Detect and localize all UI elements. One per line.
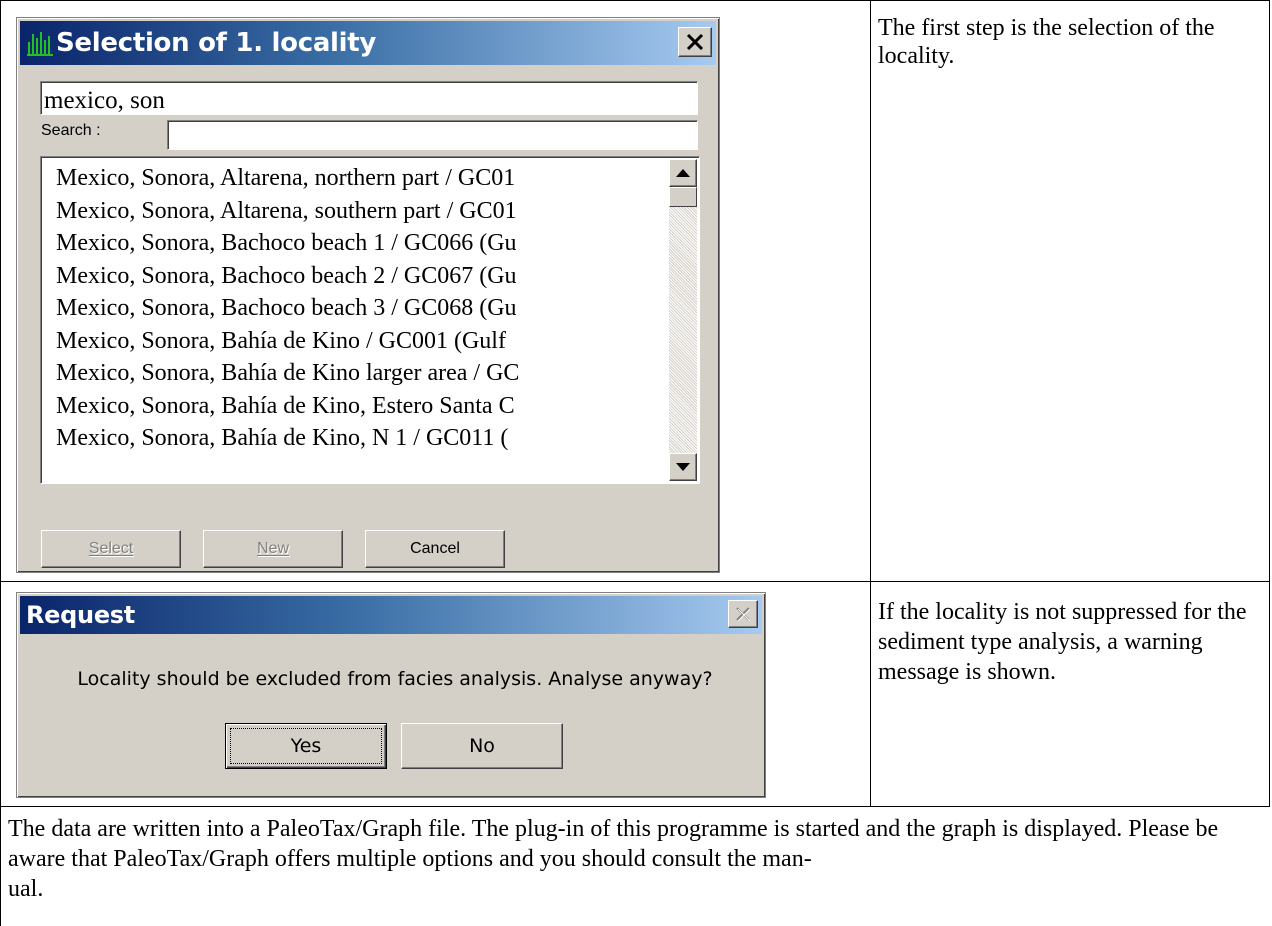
locality-list[interactable]: Mexico, Sonora, Altarena, northern part … — [40, 156, 700, 484]
locality-selection-dialog: Selection of 1. locality mexico, son Sea… — [16, 17, 720, 573]
scroll-up-button[interactable] — [669, 159, 697, 187]
list-item[interactable]: Mexico, Sonora, Bachoco beach 2 / GC067 … — [56, 260, 669, 293]
list-item[interactable]: Mexico, Sonora, Bachoco beach 1 / GC066 … — [56, 227, 669, 260]
table-left-border — [0, 0, 1, 926]
caption-step-1: The first step is the selection of the l… — [878, 15, 1215, 69]
list-item[interactable]: Mexico, Sonora, Bachoco beach 3 / GC068 … — [56, 292, 669, 325]
caption-step-3: The data are written into a PaleoTax/Gra… — [8, 816, 1219, 902]
search-input[interactable] — [167, 120, 698, 150]
request-dialog: Request Locality should be excluded from… — [16, 592, 766, 798]
no-button-label: No — [469, 735, 495, 757]
paleotax-icon — [27, 32, 53, 56]
select-button-label: Select — [88, 540, 134, 557]
close-icon — [686, 34, 704, 50]
scroll-down-button[interactable] — [669, 453, 697, 481]
new-button-label: New — [256, 540, 289, 557]
list-item[interactable]: Mexico, Sonora, Altarena, northern part … — [56, 162, 669, 195]
close-icon — [736, 607, 751, 621]
close-button[interactable] — [678, 27, 712, 57]
dialog-titlebar[interactable]: Selection of 1. locality — [20, 21, 716, 65]
focus-rect — [230, 728, 382, 764]
list-items: Mexico, Sonora, Altarena, northern part … — [56, 162, 669, 455]
request-title: Request — [26, 601, 135, 629]
locality-field[interactable]: mexico, son — [40, 81, 698, 115]
list-item[interactable]: Mexico, Sonora, Bahía de Kino, N 1 / GC0… — [56, 422, 669, 455]
no-button[interactable]: No — [401, 723, 563, 769]
yes-button[interactable]: Yes — [225, 723, 387, 769]
search-label: Search : — [41, 122, 101, 139]
table-right-border — [1269, 0, 1270, 807]
list-item[interactable]: Mexico, Sonora, Bahía de Kino larger are… — [56, 357, 669, 390]
vertical-scrollbar[interactable] — [669, 159, 697, 481]
cancel-button[interactable]: Cancel — [365, 530, 505, 568]
request-titlebar[interactable]: Request — [20, 596, 762, 634]
request-close-button[interactable] — [728, 600, 758, 628]
caption-step-2: If the locality is not suppressed for th… — [878, 599, 1247, 685]
scrollbar-thumb[interactable] — [669, 187, 697, 207]
table-row-divider-1 — [0, 581, 1270, 582]
list-item[interactable]: Mexico, Sonora, Bahía de Kino, Estero Sa… — [56, 390, 669, 423]
list-item[interactable]: Mexico, Sonora, Bahía de Kino / GC001 (G… — [56, 325, 669, 358]
select-button[interactable]: Select — [41, 530, 181, 568]
list-item[interactable]: Mexico, Sonora, Altarena, southern part … — [56, 195, 669, 228]
table-column-divider — [870, 0, 871, 807]
scroll-down-icon — [676, 463, 690, 471]
scroll-up-icon — [676, 169, 690, 177]
request-message: Locality should be excluded from facies … — [77, 668, 713, 690]
table-top-border — [0, 0, 1270, 1]
table-row-divider-2 — [0, 806, 1270, 807]
dialog-title: Selection of 1. locality — [56, 28, 377, 58]
cancel-button-label: Cancel — [410, 540, 460, 557]
new-button[interactable]: New — [203, 530, 343, 568]
